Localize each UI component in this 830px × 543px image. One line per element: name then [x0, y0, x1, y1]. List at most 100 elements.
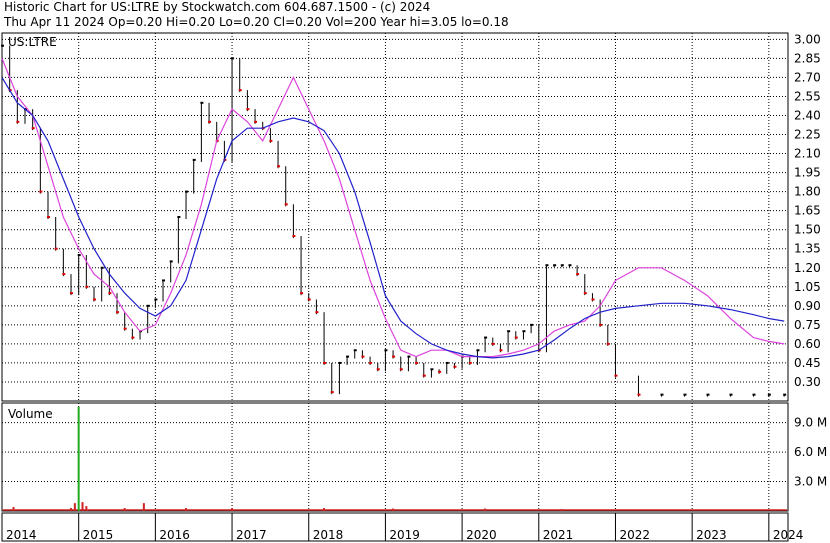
x-tick-label: 2023	[696, 528, 727, 542]
price-point	[246, 108, 250, 111]
volume-bar	[12, 507, 15, 511]
price-point	[706, 393, 710, 396]
price-point	[614, 374, 618, 377]
price-y-tick-label: 1.65	[794, 204, 821, 218]
volume-bar	[123, 508, 126, 511]
ma-long-line	[1, 77, 785, 359]
x-tick-label: 2024	[773, 528, 804, 542]
price-point	[384, 349, 388, 352]
price-point	[407, 355, 411, 358]
price-point	[568, 264, 572, 267]
x-tick-label: 2018	[313, 528, 344, 542]
price-point	[399, 368, 403, 371]
price-y-tick-label: 0.90	[794, 299, 821, 313]
x-tick-label: 2016	[159, 528, 190, 542]
price-point	[39, 190, 43, 193]
volume-bar	[185, 508, 188, 511]
volume-bar	[560, 509, 563, 511]
volume-panel-frame	[1, 402, 789, 512]
volume-bar	[73, 503, 76, 511]
price-point	[162, 279, 166, 282]
price-point	[553, 264, 557, 267]
price-point	[238, 89, 242, 92]
price-y-tick-label: 2.40	[794, 108, 821, 122]
price-point	[315, 311, 319, 314]
price-point	[499, 349, 503, 352]
price-point	[254, 120, 258, 123]
price-point	[729, 393, 733, 396]
price-point	[269, 139, 273, 142]
volume-bar	[484, 508, 487, 511]
price-point	[422, 374, 426, 377]
price-point	[453, 365, 457, 368]
price-point	[31, 127, 35, 130]
price-y-tick-label: 1.80	[794, 185, 821, 199]
price-point	[438, 370, 442, 373]
price-y-tick-label: 1.95	[794, 166, 821, 180]
price-y-tick-label: 0.60	[794, 337, 821, 351]
price-point	[514, 336, 518, 339]
chart-window: Historic Chart for US:LTRE by Stockwatch…	[0, 0, 830, 543]
price-point	[177, 216, 181, 218]
price-point	[783, 393, 787, 396]
price-y-tick-label: 2.70	[794, 70, 821, 84]
price-y-tick-label: 0.45	[794, 356, 821, 370]
price-point	[154, 298, 158, 301]
x-tick-label: 2021	[543, 528, 574, 542]
price-point	[85, 285, 89, 288]
price-y-tick-label: 2.55	[794, 89, 821, 103]
price-point	[522, 330, 526, 333]
price-point	[123, 327, 127, 330]
price-point	[292, 235, 296, 238]
price-point	[323, 361, 327, 364]
price-point	[330, 391, 334, 394]
price-point	[606, 342, 610, 345]
price-y-tick-label: 1.35	[794, 242, 821, 256]
volume-y-axis: 3.0 M 6.0 M 9.0 M	[794, 416, 827, 489]
price-point	[284, 203, 288, 206]
volume-y-tick-label: 9.0 M	[794, 416, 827, 430]
volume-bar	[85, 506, 88, 511]
x-tick-label: 2019	[389, 528, 420, 542]
volume-bar	[392, 508, 395, 511]
x-tick-label: 2020	[466, 528, 497, 542]
x-tick-label: 2015	[83, 528, 114, 542]
price-point	[231, 57, 235, 60]
ma-short-line	[1, 58, 785, 358]
price-y-axis: 3.00 2.85 2.70 2.55 2.40 2.25 2.10 1.95 1.80 1.65…	[794, 32, 821, 389]
volume-bar	[77, 406, 80, 511]
price-point	[484, 336, 488, 339]
price-point	[507, 330, 511, 333]
volume-bar	[323, 508, 326, 511]
price-point	[660, 393, 664, 396]
price-point	[767, 393, 771, 396]
price-point	[70, 292, 74, 295]
volume-bar	[70, 508, 73, 511]
price-panel-frame	[1, 32, 789, 402]
x-tick-label: 2017	[236, 528, 267, 542]
volume-panel-title: Volume	[8, 407, 53, 421]
price-y-tick-label: 1.20	[794, 261, 821, 275]
price-point	[100, 266, 104, 269]
price-point	[169, 260, 173, 263]
price-point	[376, 368, 380, 371]
price-point	[108, 292, 112, 295]
price-point	[300, 292, 304, 295]
price-point	[192, 158, 196, 161]
x-tick-label: 2022	[619, 528, 650, 542]
price-y-tick-label: 1.50	[794, 223, 821, 237]
price-point	[415, 361, 419, 364]
price-point	[16, 120, 20, 123]
price-point	[430, 368, 434, 371]
price-y-tick-label: 2.10	[794, 147, 821, 161]
price-point	[208, 120, 212, 123]
price-point	[369, 361, 373, 364]
price-point	[468, 361, 472, 364]
price-y-tick-label: 3.00	[794, 32, 821, 46]
price-point	[491, 342, 495, 345]
price-point	[353, 349, 357, 352]
price-point	[752, 393, 756, 396]
price-point	[146, 304, 150, 307]
price-point	[392, 355, 396, 358]
volume-grid	[2, 403, 788, 511]
